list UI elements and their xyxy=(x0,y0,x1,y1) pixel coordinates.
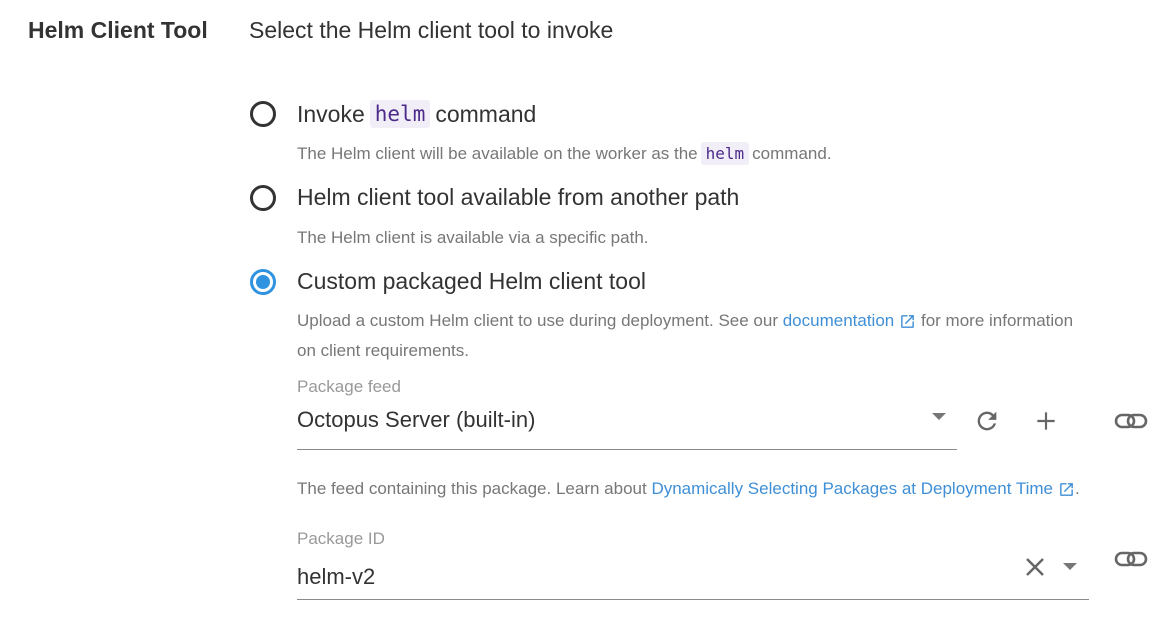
help-text: Upload a custom Helm client to use durin… xyxy=(297,311,778,330)
refresh-icon xyxy=(977,411,997,431)
package-feed-label: Package feed xyxy=(297,377,401,396)
bind-package-id-button[interactable] xyxy=(1113,546,1149,572)
help-text: The feed containing this package. Learn … xyxy=(297,479,647,498)
package-feed-underline xyxy=(297,449,957,450)
section-label: Helm Client Tool xyxy=(28,17,208,43)
code-snippet: helm xyxy=(369,100,431,128)
dynamic-packages-link[interactable]: Dynamically Selecting Packages at Deploy… xyxy=(651,479,1075,499)
package-feed-help: The feed containing this package. Learn … xyxy=(297,479,1080,499)
help-text: The Helm client will be available on the… xyxy=(297,143,698,163)
bind-feed-button[interactable] xyxy=(1113,408,1149,434)
option-help-text: The Helm client will be available on the… xyxy=(297,142,832,165)
option-help-text: The Helm client is available via a speci… xyxy=(297,228,649,248)
documentation-link[interactable]: documentation xyxy=(783,311,917,331)
package-id-input[interactable]: helm-v2 xyxy=(297,564,375,590)
clear-package-id-button[interactable] xyxy=(1021,553,1049,581)
add-feed-button[interactable] xyxy=(1031,405,1061,437)
option-help-text-line2: on client requirements. xyxy=(297,341,469,361)
close-icon xyxy=(1026,558,1044,576)
help-text: . xyxy=(1075,479,1080,498)
radio-button[interactable] xyxy=(250,101,276,127)
label-text: Custom packaged Helm client tool xyxy=(297,268,646,294)
radio-option-another-path[interactable]: Helm client tool available from another … xyxy=(250,184,739,211)
external-link-icon xyxy=(901,314,915,328)
link-chain-icon xyxy=(1114,413,1148,429)
option-help-text: Upload a custom Helm client to use durin… xyxy=(297,311,1073,331)
refresh-button[interactable] xyxy=(972,405,1002,437)
caret-down-icon[interactable] xyxy=(931,412,947,422)
section-description: Select the Helm client tool to invoke xyxy=(249,17,614,43)
help-text: for more information xyxy=(920,311,1074,330)
label-text: Helm client tool available from another … xyxy=(297,184,740,210)
package-id-label: Package ID xyxy=(297,529,385,548)
code-snippet: helm xyxy=(700,142,750,165)
radio-option-invoke-helm[interactable]: Invoke helm command xyxy=(250,100,536,128)
link-chain-icon xyxy=(1114,551,1148,567)
package-feed-select[interactable]: Octopus Server (built-in) xyxy=(297,407,535,433)
label-text: Invoke xyxy=(297,100,365,127)
caret-down-icon[interactable] xyxy=(1062,562,1078,572)
radio-label: Custom packaged Helm client tool xyxy=(297,268,646,295)
package-id-underline xyxy=(297,599,1089,600)
radio-label: Helm client tool available from another … xyxy=(297,184,739,211)
radio-option-custom-packaged[interactable]: Custom packaged Helm client tool xyxy=(250,268,646,295)
label-text: command xyxy=(435,100,537,127)
help-text: command. xyxy=(752,143,832,163)
external-link-icon xyxy=(1060,482,1073,496)
radio-label: Invoke helm command xyxy=(297,100,536,128)
radio-button-selected[interactable] xyxy=(250,268,276,295)
radio-button[interactable] xyxy=(250,184,276,211)
help-text: The Helm client is available via a speci… xyxy=(297,228,649,247)
plus-icon xyxy=(1037,412,1055,430)
help-text: on client requirements. xyxy=(297,341,469,360)
